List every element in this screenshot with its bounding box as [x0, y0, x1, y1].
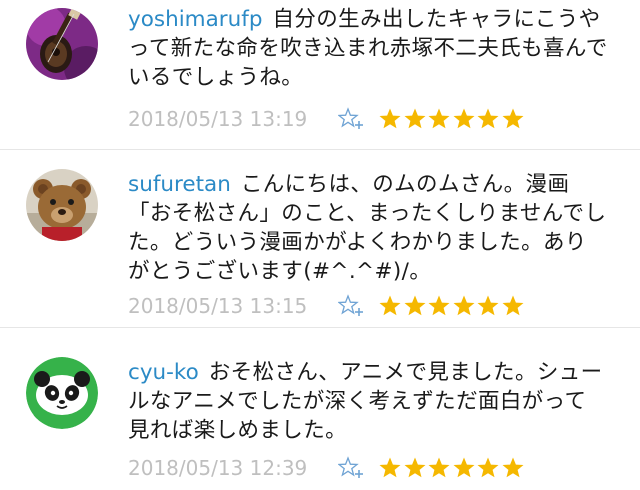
star-rating — [378, 294, 525, 318]
comment-username[interactable]: sufuretan — [128, 172, 231, 197]
comment-meta: 2018/05/13 12:39 — [128, 453, 525, 483]
star-icon — [452, 456, 476, 480]
comment-body: cyu-ko おそ松さん、アニメで見ました。シュールなアニメでしたが深く考えずただ… — [128, 358, 608, 445]
star-icon — [476, 294, 500, 318]
comment-list: yoshimarufp 自分の生み出したキャラにこうやって新たな命を吹き込まれ赤塚… — [0, 0, 640, 490]
comment-body: yoshimarufp 自分の生み出したキャラにこうやって新たな命を吹き込まれ赤塚… — [128, 5, 608, 92]
star-icon — [501, 456, 525, 480]
star-icon — [476, 107, 500, 131]
star-icon — [501, 107, 525, 131]
comment-meta: 2018/05/13 13:15 — [128, 291, 525, 321]
comment-text: おそ松さん、アニメで見ました。シュールなアニメでしたが深く考えずただ面白がって見… — [128, 360, 603, 443]
add-star-icon[interactable] — [338, 107, 364, 131]
comment-username[interactable]: yoshimarufp — [128, 7, 262, 32]
comment-timestamp: 2018/05/13 12:39 — [128, 456, 308, 480]
star-icon — [378, 107, 402, 131]
star-icon — [427, 107, 451, 131]
panda-avatar-icon[interactable] — [26, 357, 98, 429]
star-icon — [378, 294, 402, 318]
comment-timestamp: 2018/05/13 13:15 — [128, 294, 308, 318]
star-icon — [427, 294, 451, 318]
star-icon — [452, 294, 476, 318]
star-rating — [378, 107, 525, 131]
comment-meta: 2018/05/13 13:19 — [128, 104, 525, 134]
star-rating — [378, 456, 525, 480]
star-icon — [452, 107, 476, 131]
comment-item: cyu-ko おそ松さん、アニメで見ました。シュールなアニメでしたが深く考えずただ… — [0, 329, 640, 490]
star-icon — [501, 294, 525, 318]
star-icon — [427, 456, 451, 480]
guitar-avatar-icon[interactable] — [26, 8, 98, 80]
star-icon — [403, 294, 427, 318]
comment-username[interactable]: cyu-ko — [128, 360, 199, 385]
comment-item: yoshimarufp 自分の生み出したキャラにこうやって新たな命を吹き込まれ赤塚… — [0, 0, 640, 150]
star-icon — [403, 456, 427, 480]
star-icon — [476, 456, 500, 480]
comment-body: sufuretan こんにちは、のムのムさん。漫画「おそ松さん」のこと、まったくし… — [128, 170, 608, 286]
add-star-icon[interactable] — [338, 456, 364, 480]
star-icon — [378, 456, 402, 480]
star-icon — [403, 107, 427, 131]
comment-timestamp: 2018/05/13 13:19 — [128, 107, 308, 131]
teddy-bear-avatar-icon[interactable] — [26, 169, 98, 241]
add-star-icon[interactable] — [338, 294, 364, 318]
comment-item: sufuretan こんにちは、のムのムさん。漫画「おそ松さん」のこと、まったくし… — [0, 151, 640, 328]
